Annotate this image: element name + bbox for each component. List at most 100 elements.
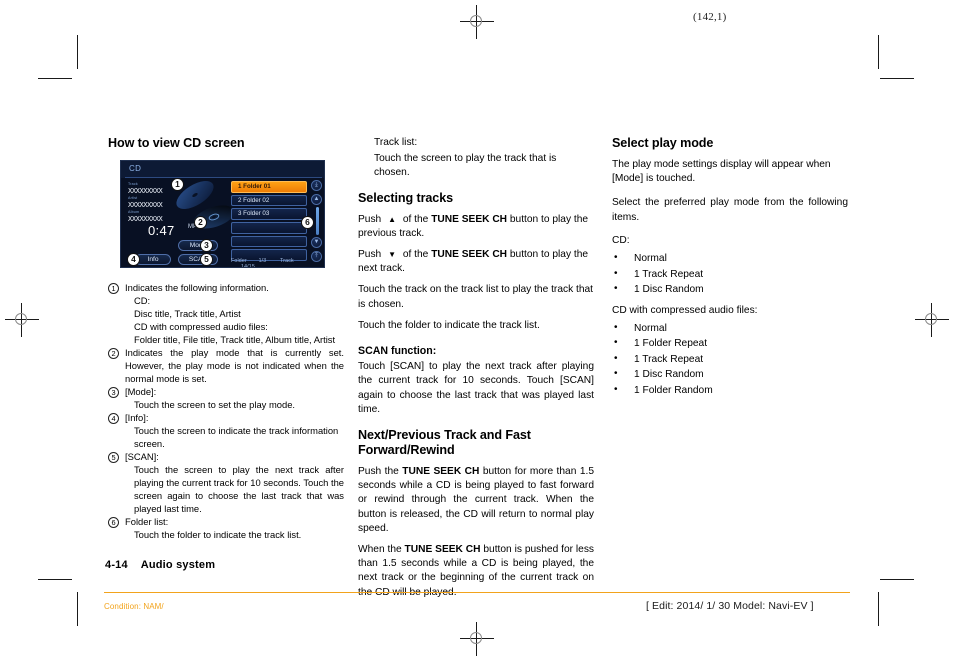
callout-bubble-2: 2: [194, 216, 207, 229]
folder-list: 1 Folder 01 2 Folder 02 3 Folder 03: [231, 181, 307, 263]
callout-line: CD:: [134, 295, 151, 306]
callout-number: 3: [108, 387, 119, 398]
info-button[interactable]: Info: [135, 254, 171, 265]
when-the-words: When the: [358, 544, 402, 556]
footer-page-number: 4-14: [105, 559, 128, 571]
callout-item-4: 4 [Info]: Touch the screen to indicate t…: [108, 411, 344, 450]
list-item: 1 Disc Random: [612, 281, 848, 298]
list-item: 1 Disc Random: [612, 366, 848, 383]
registration-mark-left: [5, 303, 39, 337]
column-three: Select play mode The play mode settings …: [612, 136, 848, 402]
callout-number: 2: [108, 348, 119, 359]
callout-line: Disc title, Track title, Artist: [134, 308, 241, 319]
callout-text: Indicates the play mode that is currentl…: [125, 346, 344, 385]
callout-number: 4: [108, 413, 119, 424]
scrollbar-thumb[interactable]: [315, 207, 319, 235]
scroll-up-icon[interactable]: ▲: [311, 194, 322, 205]
status-track-label: Track: [280, 258, 294, 264]
selecting-tracks-next-paragraph: Push ▼ of the TUNE SEEK CH button to pla…: [358, 248, 594, 276]
down-arrow-icon: ▼: [388, 250, 396, 260]
scan-function-paragraph: Touch [SCAN] to play the next track afte…: [358, 361, 594, 415]
callout-bubble-5: 5: [200, 253, 213, 266]
page-title: How to view CD screen: [108, 136, 245, 150]
touch-folder-paragraph: Touch the folder to indicate the track l…: [358, 319, 540, 331]
footer-section-name: Audio system: [140, 559, 216, 571]
callout-line: Indicates the following information.: [125, 282, 269, 293]
status-folder-value: 1/3: [258, 258, 267, 264]
callout-line: [SCAN]:: [125, 451, 159, 462]
edit-info: [ Edit: 2014/ 1/ 30 Model: Navi-EV ]: [646, 600, 814, 612]
callout-item-5: 5 [SCAN]: Touch the screen to play the n…: [108, 450, 344, 515]
crop-mark-bottom-left-vertical: [77, 592, 78, 626]
callout-list: 1 Indicates the following information. C…: [108, 281, 344, 541]
callout-bubble-1: 1: [171, 178, 184, 191]
cd-screen-title: CD: [129, 164, 142, 173]
list-item: 1 Track Repeat: [612, 351, 848, 368]
play-mode-intro-paragraph: The play mode settings display will appe…: [612, 159, 831, 185]
next-previous-heading: Next/Previous Track and Fast Forward/Rew…: [358, 428, 531, 458]
condition-note: Condition: NAM/: [104, 602, 164, 611]
list-item: Normal: [612, 250, 848, 267]
touch-track-paragraph: Touch the track on the track list to pla…: [358, 284, 593, 310]
page-top-marker: (142,1): [693, 11, 727, 23]
callout-line: Touch the screen to indicate the track i…: [134, 425, 339, 449]
compressed-play-mode-list: Normal 1 Folder Repeat 1 Track Repeat 1 …: [612, 320, 848, 399]
crop-mark-top-right-horizontal: [880, 78, 914, 79]
folder-list-item[interactable]: [231, 222, 307, 234]
callout-text: Folder list: Touch the folder to indicat…: [125, 515, 344, 541]
callout-bubble-3: 3: [200, 239, 213, 252]
of-the-word: of the: [402, 249, 429, 261]
callout-line: CD with compressed audio files:: [134, 321, 268, 332]
push-word: Push: [358, 249, 382, 261]
folder-list-item[interactable]: [231, 235, 307, 248]
track-metadata: Track XXXXXXXXX: [128, 182, 210, 196]
crop-mark-top-left-vertical: [77, 35, 78, 69]
elapsed-time: 0:47: [148, 223, 175, 238]
list-item: 1 Folder Repeat: [612, 335, 848, 352]
of-the-word: of the: [402, 213, 429, 225]
scroll-to-bottom-icon[interactable]: ⤒: [311, 251, 322, 262]
scroll-down-icon[interactable]: ▼: [311, 237, 322, 248]
callout-text: Indicates the following information. CD:…: [125, 281, 344, 346]
crop-mark-bottom-left-horizontal: [38, 579, 72, 580]
tune-seek-ch-label: TUNE SEEK CH: [431, 213, 508, 225]
callout-item-2: 2 Indicates the play mode that is curren…: [108, 346, 344, 385]
artist-metadata: Artist XXXXXXXXX: [128, 196, 210, 210]
cd-play-mode-list: Normal 1 Track Repeat 1 Disc Random: [612, 250, 848, 298]
callout-item-1: 1 Indicates the following information. C…: [108, 281, 344, 346]
callout-line: [Info]:: [125, 412, 149, 423]
cd-screen-illustration: CD Track XXXXXXXXX Artist XXXXXXXXX Albu…: [120, 160, 325, 268]
folder-list-item[interactable]: 1 Folder 01: [231, 181, 307, 193]
scroll-to-top-icon[interactable]: ⤓: [311, 180, 322, 191]
tune-seek-ch-label: TUNE SEEK CH: [431, 249, 508, 261]
push-the-words: Push the: [358, 466, 399, 478]
callout-line: Touch the folder to indicate the track l…: [134, 529, 302, 540]
cd-modes-label: CD:: [612, 234, 630, 246]
registration-mark-right: [915, 303, 949, 337]
callout-line: Indicates the play mode that is currentl…: [125, 347, 344, 384]
folder-list-item[interactable]: 2 Folder 02: [231, 194, 307, 207]
callout-text: [SCAN]: Touch the screen to play the nex…: [125, 450, 344, 515]
callout-text: [Info]: Touch the screen to indicate the…: [125, 411, 344, 450]
scan-function-heading: SCAN function:: [358, 345, 437, 358]
tune-seek-ch-label: TUNE SEEK CH: [404, 544, 481, 556]
crop-mark-top-left-horizontal: [38, 78, 72, 79]
playback-status-bar: Folder 1/3 Track 14/15: [231, 258, 317, 267]
callout-number: 6: [108, 517, 119, 528]
continued-track-list-label: Track list:: [374, 137, 418, 148]
select-play-mode-heading: Select play mode: [612, 136, 714, 150]
list-item: Normal: [612, 320, 848, 337]
registration-mark-top: [460, 5, 494, 39]
callout-line: [Mode]:: [125, 386, 157, 397]
column-two: Track list: Touch the screen to play the…: [358, 136, 594, 607]
track-value: XXXXXXXXX: [128, 187, 163, 195]
play-mode-select-paragraph: Select the preferred play mode from the …: [612, 197, 848, 223]
folder-list-item[interactable]: 3 Folder 03: [231, 208, 307, 220]
page-footer: 4-14 Audio system: [105, 559, 215, 571]
fast-forward-paragraph: Push the TUNE SEEK CH button for more th…: [358, 465, 594, 536]
continued-track-list-text: Touch the screen to play the track that …: [374, 153, 557, 179]
callout-text: [Mode]: Touch the screen to set the play…: [125, 385, 344, 411]
tune-seek-ch-label: TUNE SEEK CH: [402, 466, 480, 478]
callout-line: Touch the screen to play the next track …: [134, 464, 344, 514]
list-item: 1 Folder Random: [612, 382, 848, 399]
